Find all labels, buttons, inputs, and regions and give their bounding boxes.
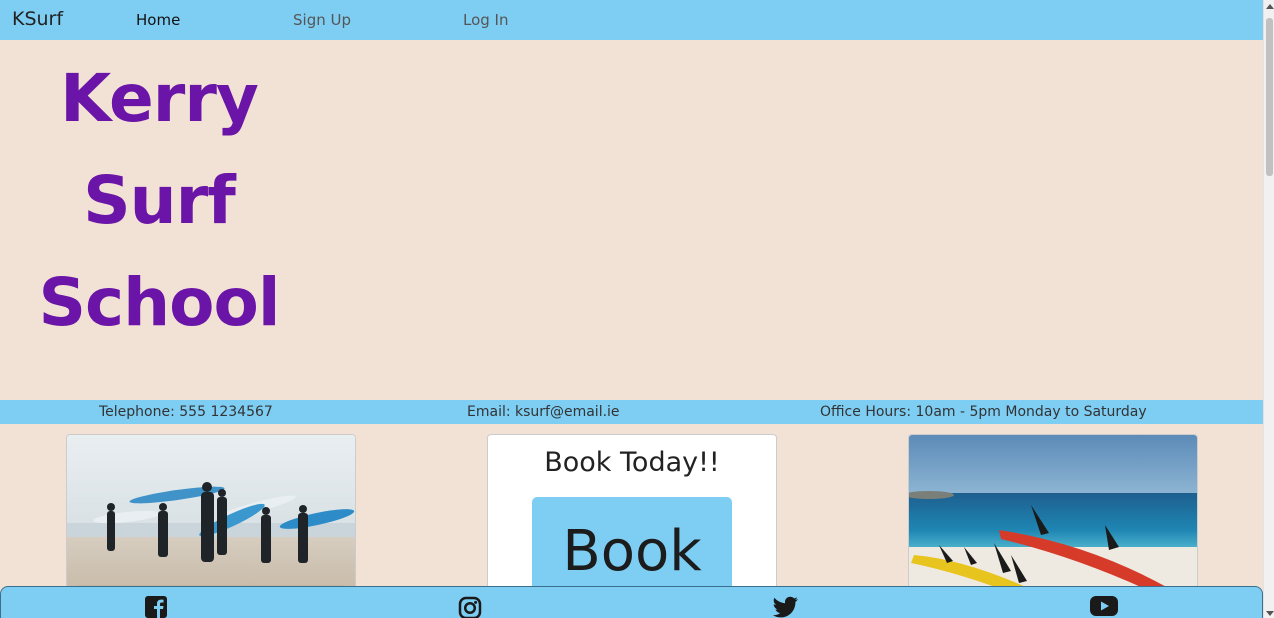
- booking-card-title: Book Today!!: [544, 447, 720, 478]
- surfboards-photo-card: [908, 434, 1198, 606]
- hero-title-line: Surf: [83, 162, 236, 239]
- facebook-icon[interactable]: [145, 596, 171, 618]
- footer: [0, 586, 1263, 618]
- surfers-photo-card: [66, 434, 356, 606]
- hero-title-line: School: [38, 264, 281, 341]
- contact-hours: Office Hours: 10am - 5pm Monday to Satur…: [820, 404, 1147, 420]
- youtube-icon[interactable]: [1090, 596, 1118, 618]
- instagram-icon[interactable]: [458, 596, 484, 618]
- hero-title: Kerry Surf School: [38, 48, 281, 354]
- scroll-up-icon[interactable]: [1266, 4, 1274, 9]
- nav-link-log-in[interactable]: Log In: [463, 11, 509, 29]
- booking-card: Book Today!! Book: [487, 434, 777, 606]
- scrollbar-thumb[interactable]: [1266, 18, 1273, 176]
- contact-email: Email: ksurf@email.ie: [467, 404, 620, 420]
- contact-telephone: Telephone: 555 1234567: [99, 404, 273, 420]
- page: KSurf Home Sign Up Log In Kerry Surf Sch…: [0, 0, 1274, 618]
- surfboards-on-beach-photo: [909, 435, 1197, 605]
- scroll-down-icon[interactable]: [1266, 611, 1274, 616]
- nav-link-sign-up[interactable]: Sign Up: [293, 11, 351, 29]
- nav-link-home[interactable]: Home: [136, 11, 180, 29]
- twitter-icon[interactable]: [772, 596, 799, 618]
- page-scrollbar[interactable]: [1263, 0, 1274, 618]
- navbar: KSurf Home Sign Up Log In: [0, 0, 1263, 40]
- surfers-walking-photo: [67, 435, 355, 605]
- contact-bar: Telephone: 555 1234567 Email: ksurf@emai…: [0, 400, 1263, 424]
- hero-title-line: Kerry: [60, 60, 259, 137]
- brand-link[interactable]: KSurf: [12, 8, 63, 30]
